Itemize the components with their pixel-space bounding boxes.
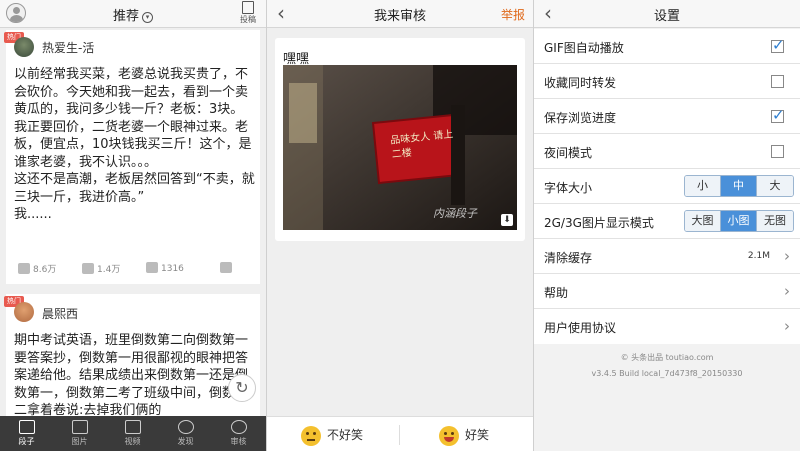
setting-favorite-share[interactable]: 收藏同时转发 — [534, 64, 800, 99]
cache-size: 2.1M — [747, 251, 770, 261]
review-card: 嘿嘿 品味女人 请上二楼 内涵段子 ⬇ — [275, 38, 525, 241]
post-card[interactable]: 热门 热爱生-活 以前经常我买菜，老婆总说我买贵了，不会砍价。今天她和我一起去，… — [4, 30, 260, 284]
font-medium-option[interactable]: 中 — [721, 176, 757, 196]
checkbox-unchecked[interactable] — [771, 75, 784, 88]
play-icon — [124, 420, 141, 434]
image-none-option[interactable]: 无图 — [757, 211, 793, 231]
author-name[interactable]: 晨熙西 — [42, 305, 78, 322]
setting-label: 夜间模式 — [544, 146, 593, 160]
feed-header: 推荐 ▾ 投稿 — [0, 0, 266, 28]
comment-button[interactable]: 1316 — [146, 262, 184, 274]
image-mode-selector: 大图 小图 无图 — [684, 210, 794, 232]
nav-discover[interactable]: 发现 — [159, 416, 212, 451]
thumbs-up-icon — [18, 263, 30, 274]
download-icon[interactable]: ⬇ — [501, 214, 513, 226]
refresh-icon: ↻ — [235, 378, 249, 397]
divider — [399, 425, 400, 445]
setting-label: 清除缓存 — [544, 251, 593, 265]
like-button[interactable]: 8.6万 — [18, 262, 56, 275]
dislike-button[interactable]: 1.4万 — [82, 262, 120, 275]
setting-font-size: 字体大小 小 中 大 — [534, 169, 800, 204]
settings-screen: ‹ 设置 GIF图自动播放 收藏同时转发 保存浏览进度 夜间模式 字体大小 小 … — [534, 0, 800, 451]
setting-user-agreement[interactable]: 用户使用协议 › — [534, 309, 800, 344]
refresh-button[interactable]: ↻ — [228, 374, 256, 402]
setting-label: 2G/3G图片显示模式 — [544, 216, 654, 230]
setting-label: 帮助 — [544, 286, 569, 300]
chevron-right-icon: › — [784, 282, 790, 300]
chevron-right-icon: › — [784, 247, 790, 265]
setting-gif-autoplay[interactable]: GIF图自动播放 — [534, 29, 800, 64]
setting-clear-cache[interactable]: 清除缓存 2.1M › — [534, 239, 800, 274]
setting-label: GIF图自动播放 — [544, 41, 624, 55]
font-size-selector: 小 中 大 — [684, 175, 794, 197]
image-icon — [71, 420, 88, 434]
bottom-nav: 段子 图片 视频 发现 审核 — [0, 416, 266, 451]
chevron-right-icon: › — [784, 317, 790, 335]
vote-bar: 不好笑 好笑 — [267, 416, 533, 451]
nav-label: 段子 — [18, 437, 35, 446]
font-small-option[interactable]: 小 — [685, 176, 721, 196]
post-text: 以前经常我买菜，老婆总说我买贵了，不会砍价。今天她和我一起去，看到一个卖黄瓜的，… — [14, 67, 255, 222]
sad-face-icon — [301, 425, 321, 446]
avatar[interactable] — [14, 37, 34, 57]
setting-label: 保存浏览进度 — [544, 111, 617, 125]
laugh-face-icon — [439, 425, 459, 446]
review-photo[interactable]: 品味女人 请上二楼 内涵段子 ⬇ — [283, 65, 517, 230]
checkbox-checked[interactable] — [771, 106, 785, 124]
copyright-text: © 头条出品 toutiao.com — [620, 353, 714, 362]
image-large-option[interactable]: 大图 — [685, 211, 721, 231]
share-button[interactable] — [220, 262, 235, 274]
share-icon — [220, 262, 232, 273]
app-footer: © 头条出品 toutiao.com v3.4.5 Build local_7d… — [534, 352, 800, 378]
nav-label: 视频 — [124, 437, 141, 446]
settings-header: ‹ 设置 — [534, 0, 800, 28]
image-small-option[interactable]: 小图 — [721, 211, 757, 231]
nav-label: 审核 — [230, 437, 247, 446]
watermark: 内涵段子 — [433, 207, 477, 220]
feed-screen: 推荐 ▾ 投稿 热门 热爱生-活 以前经常我买菜，老婆总说我买贵了，不会砍价。今天… — [0, 0, 266, 451]
funny-button[interactable]: 好笑 — [439, 424, 489, 446]
edit-icon — [242, 1, 254, 14]
list-icon — [18, 420, 35, 434]
nav-label: 图片 — [71, 437, 88, 446]
not-funny-button[interactable]: 不好笑 — [301, 424, 363, 446]
thumbs-down-icon — [82, 263, 94, 274]
submit-label: 投稿 — [240, 15, 256, 24]
report-button[interactable]: 举报 — [501, 6, 525, 23]
review-header: ‹ 我来审核 举报 — [267, 0, 533, 28]
setting-label: 收藏同时转发 — [544, 76, 617, 90]
settings-list: GIF图自动播放 收藏同时转发 保存浏览进度 夜间模式 字体大小 小 中 大 2… — [534, 29, 800, 344]
setting-help[interactable]: 帮助 › — [534, 274, 800, 309]
setting-label: 字体大小 — [544, 181, 593, 195]
post-text: 期中考试英语，班里倒数第二向倒数第一要答案抄，倒数第一用很鄙视的眼神把答案递给他… — [14, 333, 249, 416]
nav-label: 发现 — [177, 437, 194, 446]
page-title: 设置 — [653, 9, 680, 24]
comment-icon — [146, 262, 158, 273]
search-icon — [230, 420, 247, 434]
page-title: 我来审核 — [373, 9, 426, 24]
compass-icon — [177, 420, 194, 434]
font-large-option[interactable]: 大 — [757, 176, 793, 196]
setting-image-mode: 2G/3G图片显示模式 大图 小图 无图 — [534, 204, 800, 239]
feed-title[interactable]: 推荐 ▾ — [0, 5, 266, 24]
setting-night-mode[interactable]: 夜间模式 — [534, 134, 800, 169]
post-actions: 8.6万 1.4万 1316 — [6, 256, 260, 282]
avatar[interactable] — [14, 302, 34, 322]
post-card[interactable]: 热门 晨熙西 期中考试英语，班里倒数第二向倒数第一要答案抄，倒数第一用很鄙视的眼… — [4, 294, 260, 424]
nav-jokes[interactable]: 段子 — [0, 416, 53, 451]
nav-review[interactable]: 审核 — [212, 416, 265, 451]
checkbox-checked[interactable] — [771, 36, 785, 54]
setting-save-progress[interactable]: 保存浏览进度 — [534, 99, 800, 134]
chevron-down-icon: ▾ — [142, 12, 153, 23]
nav-images[interactable]: 图片 — [53, 416, 106, 451]
author-name[interactable]: 热爱生-活 — [42, 39, 94, 56]
setting-label: 用户使用协议 — [544, 321, 617, 335]
version-text: v3.4.5 Build local_7d473f8_20150330 — [591, 369, 743, 378]
review-screen: ‹ 我来审核 举报 嘿嘿 品味女人 请上二楼 内涵段子 ⬇ 不好笑 好笑 — [267, 0, 533, 451]
checkbox-unchecked[interactable] — [771, 145, 784, 158]
nav-videos[interactable]: 视频 — [106, 416, 159, 451]
submit-button[interactable]: 投稿 — [238, 1, 258, 25]
